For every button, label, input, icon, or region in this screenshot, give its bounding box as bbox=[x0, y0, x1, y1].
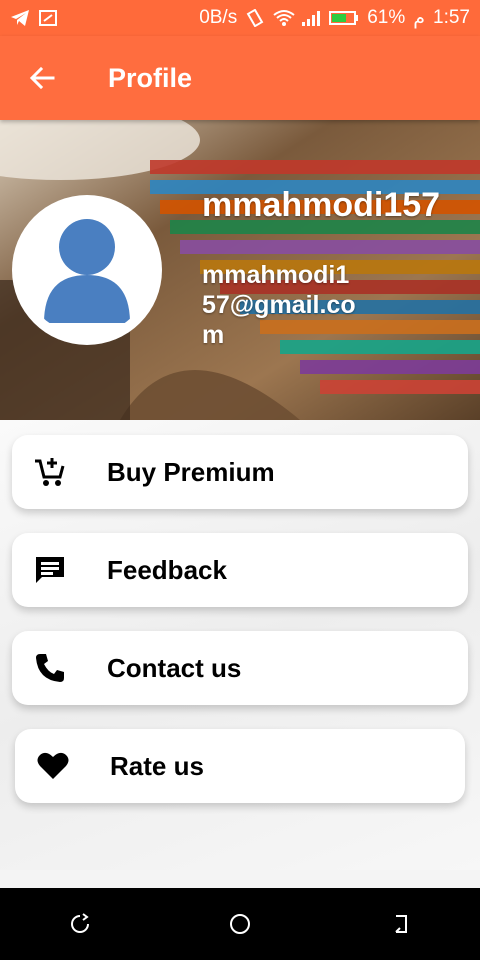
avatar[interactable] bbox=[12, 195, 162, 345]
app-bar: Profile bbox=[0, 36, 480, 120]
battery-level: 61% bbox=[367, 7, 406, 28]
system-back-button[interactable] bbox=[380, 904, 420, 944]
rate-us-button[interactable]: Rate us bbox=[15, 729, 465, 803]
time-suffix: م bbox=[413, 7, 426, 29]
status-right: 0B/s 61% م 1:57 bbox=[199, 7, 470, 30]
email: mmahmodi157@gmail.com bbox=[202, 261, 356, 349]
buy-premium-button[interactable]: Buy Premium bbox=[12, 435, 468, 509]
back-icon bbox=[395, 915, 407, 933]
heart-icon bbox=[35, 748, 71, 784]
page-title: Profile bbox=[108, 62, 193, 93]
cart-plus-icon bbox=[32, 454, 68, 490]
arrow-left-icon bbox=[29, 66, 55, 90]
status-left bbox=[10, 9, 58, 27]
user-silhouette-icon bbox=[44, 219, 130, 323]
avatar-image bbox=[22, 205, 152, 335]
menu-area: Buy Premium Feedback Contact us Rate us bbox=[0, 420, 480, 870]
feedback-button[interactable]: Feedback bbox=[12, 533, 468, 607]
status-bar: 0B/s 61% م 1:57 bbox=[0, 0, 480, 36]
signal-icon bbox=[301, 9, 321, 27]
clock: 1:57 bbox=[433, 7, 470, 28]
telegram-icon bbox=[10, 9, 30, 27]
home-icon bbox=[230, 914, 250, 934]
buy-premium-label: Buy Premium bbox=[107, 456, 275, 487]
vibrate-icon bbox=[245, 8, 265, 28]
message-icon bbox=[32, 552, 68, 588]
rate-us-label: Rate us bbox=[110, 750, 204, 781]
recent-apps-button[interactable] bbox=[60, 904, 100, 944]
contact-us-button[interactable]: Contact us bbox=[12, 631, 468, 705]
contact-us-label: Contact us bbox=[107, 652, 242, 683]
phone-icon bbox=[32, 650, 68, 686]
recent-apps-icon bbox=[71, 913, 89, 933]
screen-icon bbox=[38, 9, 58, 27]
username: mmahmodi157 bbox=[202, 186, 441, 224]
wifi-icon bbox=[273, 9, 295, 27]
home-button[interactable] bbox=[220, 904, 260, 944]
feedback-label: Feedback bbox=[107, 554, 227, 585]
battery-icon bbox=[329, 9, 359, 27]
navigation-bar bbox=[0, 888, 480, 960]
profile-header: mmahmodi157 mmahmodi157@gmail.com bbox=[0, 120, 480, 420]
network-speed: 0B/s bbox=[199, 7, 238, 28]
back-button[interactable] bbox=[18, 54, 66, 102]
